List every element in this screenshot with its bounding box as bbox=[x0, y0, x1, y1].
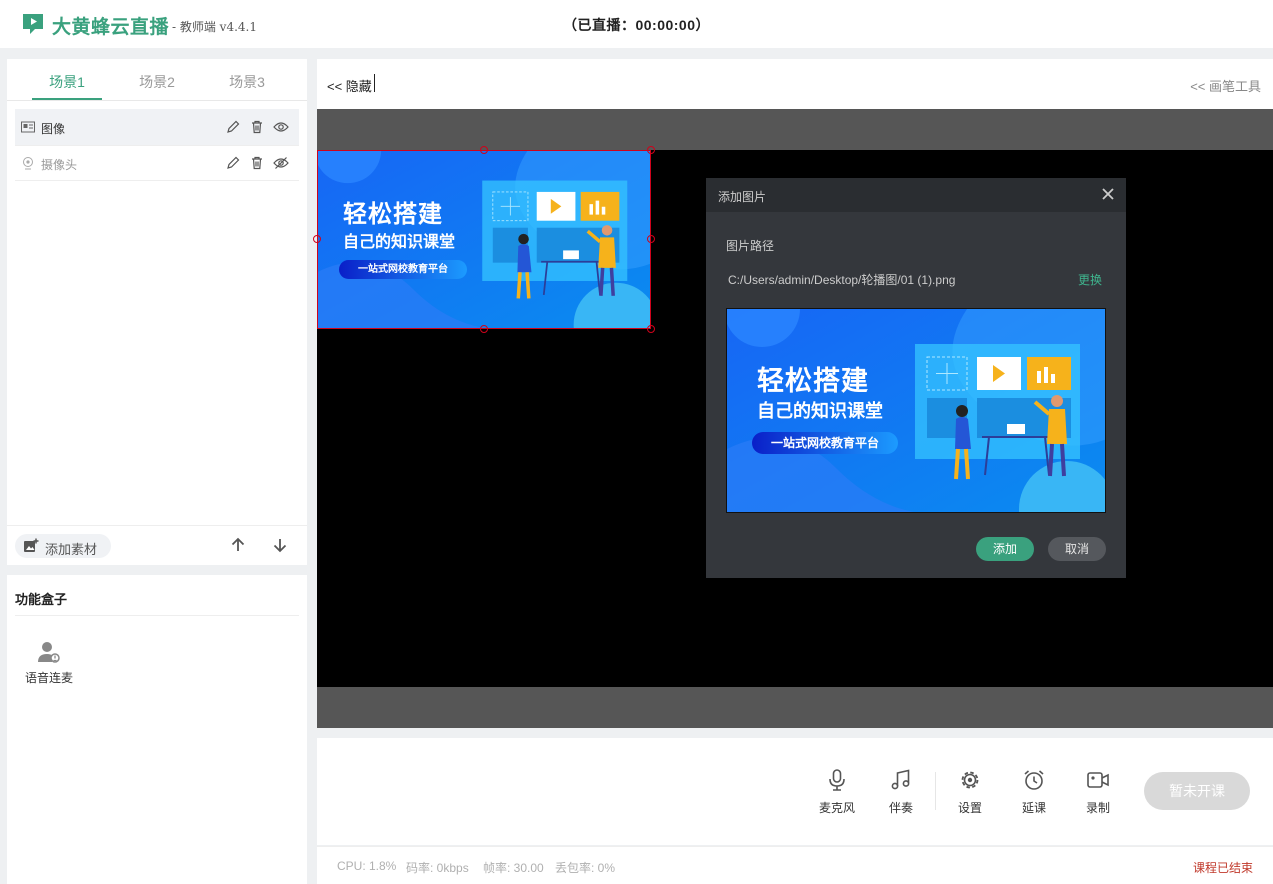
cpu-usage: CPU: 1.8% bbox=[337, 859, 397, 873]
stage-toolbar: << 隐藏 << 画笔工具 bbox=[317, 59, 1273, 109]
source-item-label: 摄像头 bbox=[41, 158, 78, 172]
start-class-button[interactable]: 暂未开课 bbox=[1144, 772, 1250, 810]
preview-headline: 轻松搭建 bbox=[757, 366, 869, 396]
scene-panel-footer: 添加素材 bbox=[7, 525, 307, 565]
hidden-eye-icon[interactable] bbox=[273, 155, 289, 171]
text-cursor bbox=[374, 74, 375, 92]
function-box: 功能盒子 语音连麦 bbox=[7, 575, 307, 884]
image-path-value: C:/Users/admin/Desktop/轮播图/01 (1).png bbox=[728, 273, 956, 287]
image-path-label: 图片路径 bbox=[726, 239, 775, 253]
scene-tabs: 场景1 场景2 场景3 bbox=[7, 59, 307, 101]
function-box-title: 功能盒子 bbox=[15, 592, 68, 607]
voice-connect-label: 语音连麦 bbox=[24, 671, 73, 685]
add-button[interactable]: 添加 bbox=[976, 537, 1034, 561]
preview-subline: 自己的知识课堂 bbox=[757, 401, 883, 421]
app-header: 大黄蜂云直播 - 教师端 v4.4.1 （已直播：00:00:00） bbox=[0, 0, 1273, 48]
live-duration: （已直播：00:00:00） bbox=[562, 17, 711, 33]
resize-handle[interactable] bbox=[647, 146, 655, 154]
selection-box bbox=[317, 150, 651, 329]
image-preview: 轻松搭建 自己的知识课堂 一站式网校教育平台 bbox=[726, 308, 1106, 513]
delay-button[interactable]: 延课 bbox=[1010, 768, 1058, 818]
resize-handle[interactable] bbox=[480, 325, 488, 333]
settings-label: 设置 bbox=[957, 801, 982, 815]
edit-icon[interactable] bbox=[225, 155, 241, 171]
music-label: 伴奏 bbox=[888, 801, 913, 815]
record-button[interactable]: 录制 bbox=[1074, 768, 1122, 818]
source-item-camera[interactable]: 摄像头 bbox=[15, 145, 299, 181]
visible-eye-icon[interactable] bbox=[273, 119, 289, 135]
pen-tools-button[interactable]: << 画笔工具 bbox=[1190, 76, 1261, 95]
delay-label: 延课 bbox=[1021, 801, 1046, 815]
packet-loss: 丢包率: 0% bbox=[555, 861, 616, 875]
source-item-image[interactable]: 图像 bbox=[15, 109, 299, 145]
control-bar: 麦克风 伴奏 设置 延课 录制 暂未开课 bbox=[317, 738, 1273, 845]
resize-handle[interactable] bbox=[313, 235, 321, 243]
source-item-label: 图像 bbox=[41, 122, 66, 136]
resize-handle[interactable] bbox=[480, 146, 488, 154]
add-image-icon bbox=[24, 538, 39, 552]
delete-icon[interactable] bbox=[249, 155, 265, 171]
item-divider bbox=[15, 180, 299, 181]
move-up-icon[interactable] bbox=[229, 536, 247, 554]
resize-handle[interactable] bbox=[647, 325, 655, 333]
tab-scene-1[interactable]: 场景1 bbox=[32, 72, 102, 92]
image-icon bbox=[21, 121, 35, 133]
add-material-label: 添加素材 bbox=[45, 542, 98, 557]
resize-handle[interactable] bbox=[647, 235, 655, 243]
close-icon[interactable] bbox=[1100, 186, 1116, 202]
mic-label: 麦克风 bbox=[818, 801, 855, 815]
music-button[interactable]: 伴奏 bbox=[877, 768, 925, 818]
mic-button[interactable]: 麦克风 bbox=[813, 768, 861, 818]
hide-panel-button[interactable]: << 隐藏 bbox=[327, 76, 372, 95]
microphone-icon bbox=[829, 769, 845, 791]
delete-icon[interactable] bbox=[249, 119, 265, 135]
scene-panel: 场景1 场景2 场景3 图像 摄像头 添加素材 bbox=[7, 59, 307, 565]
record-label: 录制 bbox=[1085, 801, 1110, 815]
tab-scene-2[interactable]: 场景2 bbox=[122, 72, 192, 92]
move-down-icon[interactable] bbox=[271, 536, 289, 554]
add-material-button[interactable]: 添加素材 bbox=[15, 534, 111, 558]
bitrate: 码率: 0kbps bbox=[406, 861, 469, 875]
course-status: 课程已结束 bbox=[1192, 861, 1253, 875]
preview-pill: 一站式网校教育平台 bbox=[752, 432, 898, 454]
status-bar: CPU: 1.8% 码率: 0kbps 帧率: 30.00 丢包率: 0% 课程… bbox=[317, 846, 1273, 884]
add-image-dialog: 添加图片 图片路径 C:/Users/admin/Desktop/轮播图/01 … bbox=[706, 178, 1126, 578]
function-box-divider bbox=[15, 615, 299, 616]
video-camera-icon bbox=[1087, 772, 1109, 788]
edit-icon[interactable] bbox=[225, 119, 241, 135]
dialog-title: 添加图片 bbox=[718, 190, 767, 204]
cancel-button[interactable]: 取消 bbox=[1048, 537, 1106, 561]
gear-icon bbox=[961, 771, 979, 789]
active-tab-indicator bbox=[32, 98, 102, 100]
voice-connect-button[interactable]: 语音连麦 bbox=[21, 639, 77, 687]
replace-image-button[interactable]: 更换 bbox=[1078, 271, 1102, 288]
music-note-icon bbox=[891, 769, 910, 790]
dialog-header: 添加图片 bbox=[706, 178, 1126, 212]
control-divider bbox=[935, 772, 936, 810]
settings-button[interactable]: 设置 bbox=[946, 768, 994, 818]
tab-scene-3[interactable]: 场景3 bbox=[212, 72, 282, 92]
frame-rate: 帧率: 30.00 bbox=[483, 861, 544, 875]
camera-icon bbox=[23, 157, 33, 170]
alarm-clock-icon bbox=[1024, 770, 1044, 790]
voice-connect-icon bbox=[38, 642, 60, 663]
